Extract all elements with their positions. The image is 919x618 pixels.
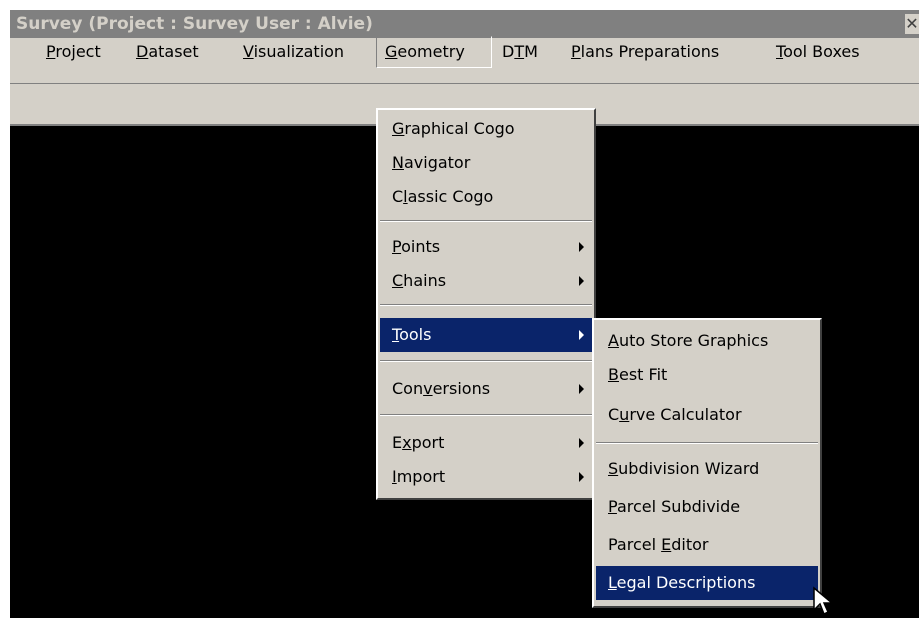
menu-separator <box>380 304 592 306</box>
menu-item-label: ditor <box>671 535 709 554</box>
menu-item-label: uto Store Graphics <box>618 331 769 350</box>
menu-item-export[interactable]: Export <box>380 426 592 460</box>
menu-label: lans Preparations <box>580 42 720 61</box>
menu-label: eometry <box>397 42 465 61</box>
menu-item-navigator[interactable]: Navigator <box>380 146 592 180</box>
menu-item-label: Con <box>392 379 424 398</box>
menu-project[interactable]: Project <box>46 36 101 68</box>
menu-item-auto-store-graphics[interactable]: Auto Store Graphics <box>596 324 818 358</box>
menu-accel: G <box>385 42 398 61</box>
menu-item-label: assic Cogo <box>407 187 494 206</box>
menu-item-label: C <box>392 187 404 206</box>
menu-geometry[interactable]: Geometry <box>376 36 492 68</box>
menu-item-parcel-subdivide[interactable]: Parcel Subdivide <box>596 490 818 524</box>
geometry-menu: Graphical Cogo Navigator Classic Cogo Po… <box>376 108 596 500</box>
menu-accel: T <box>514 42 525 61</box>
menu-item-label: rve Calculator <box>629 405 742 424</box>
menu-accel: N <box>392 153 404 172</box>
menu-item-parcel-editor[interactable]: Parcel Editor <box>596 528 818 562</box>
tools-submenu: Auto Store Graphics Best Fit Curve Calcu… <box>592 318 822 608</box>
menu-accel: C <box>392 271 404 290</box>
menu-item-label: C <box>608 405 620 424</box>
menu-accel: P <box>46 42 56 61</box>
menu-visualization[interactable]: Visualization <box>243 36 344 68</box>
menu-accel: G <box>392 119 405 138</box>
menu-accel: P <box>392 237 402 256</box>
menu-accel: L <box>608 573 617 592</box>
mouse-cursor-icon <box>813 586 835 616</box>
menu-accel: D <box>136 42 149 61</box>
menu-accel: S <box>608 459 619 478</box>
menu-item-label: arcel Subdivide <box>616 497 741 516</box>
menu-item-label: raphical Cogo <box>404 119 515 138</box>
menu-label: D <box>502 42 515 61</box>
menu-item-label: ubdivision Wizard <box>618 459 760 478</box>
menu-item-points[interactable]: Points <box>380 230 592 264</box>
menu-item-label: ersions <box>432 379 491 398</box>
menu-item-best-fit[interactable]: Best Fit <box>596 358 818 392</box>
menu-item-label: est Fit <box>618 365 668 384</box>
menu-item-label: Parcel <box>608 535 662 554</box>
menu-item-label: egal Descriptions <box>616 573 756 592</box>
menu-accel: E <box>661 535 672 554</box>
menu-accel: x <box>402 433 412 452</box>
menu-item-legal-descriptions[interactable]: Legal Descriptions <box>596 566 818 600</box>
menu-label: M <box>524 42 538 61</box>
submenu-arrow-icon <box>579 384 584 394</box>
menu-item-label: hains <box>403 271 447 290</box>
menu-separator <box>380 360 592 362</box>
menu-separator <box>596 442 818 444</box>
menu-item-label: mport <box>396 467 446 486</box>
menu-item-subdivision-wizard[interactable]: Subdivision Wizard <box>596 452 818 486</box>
menu-label: ataset <box>148 42 199 61</box>
submenu-arrow-icon <box>579 276 584 286</box>
menu-separator <box>380 414 592 416</box>
menu-separator <box>380 220 592 222</box>
menu-accel: B <box>608 365 619 384</box>
window-title: Survey (Project : Survey User : Alvie) <box>16 14 373 34</box>
submenu-arrow-icon <box>579 438 584 448</box>
menu-label: isualization <box>253 42 345 61</box>
menu-item-label: E <box>392 433 403 452</box>
menu-item-classic-cogo[interactable]: Classic Cogo <box>380 180 592 214</box>
menu-item-label: avigator <box>403 153 471 172</box>
menu-item-tools[interactable]: Tools <box>380 318 592 352</box>
submenu-arrow-icon <box>579 472 584 482</box>
title-bar[interactable]: Survey (Project : Survey User : Alvie) ✕ <box>10 10 919 38</box>
menu-accel: A <box>608 331 619 350</box>
menu-item-chains[interactable]: Chains <box>380 264 592 298</box>
menu-item-import[interactable]: Import <box>380 460 592 494</box>
menu-accel: u <box>619 405 630 424</box>
menu-accel: V <box>243 42 254 61</box>
menu-accel: T <box>776 42 784 61</box>
menu-plans-preparations[interactable]: Plans Preparations <box>571 36 719 68</box>
menu-item-graphical-cogo[interactable]: Graphical Cogo <box>380 112 592 146</box>
menu-tool-boxes[interactable]: Tool Boxes <box>776 36 860 68</box>
menu-dtm[interactable]: DTM <box>502 36 538 68</box>
submenu-arrow-icon <box>579 242 584 252</box>
menu-item-conversions[interactable]: Conversions <box>380 372 592 406</box>
menu-item-label: oints <box>401 237 441 256</box>
menu-accel: v <box>423 379 433 398</box>
close-icon[interactable]: ✕ <box>905 14 919 34</box>
menu-item-curve-calculator[interactable]: Curve Calculator <box>596 398 818 432</box>
menu-label: ool Boxes <box>783 42 860 61</box>
menu-item-label: ools <box>399 325 432 344</box>
menu-dataset[interactable]: Dataset <box>136 36 199 68</box>
menu-accel: T <box>392 325 400 344</box>
menu-accel: P <box>571 42 581 61</box>
menu-item-label: port <box>411 433 445 452</box>
menu-label: roject <box>55 42 101 61</box>
menu-accel: P <box>608 497 617 516</box>
submenu-arrow-icon <box>579 330 584 340</box>
